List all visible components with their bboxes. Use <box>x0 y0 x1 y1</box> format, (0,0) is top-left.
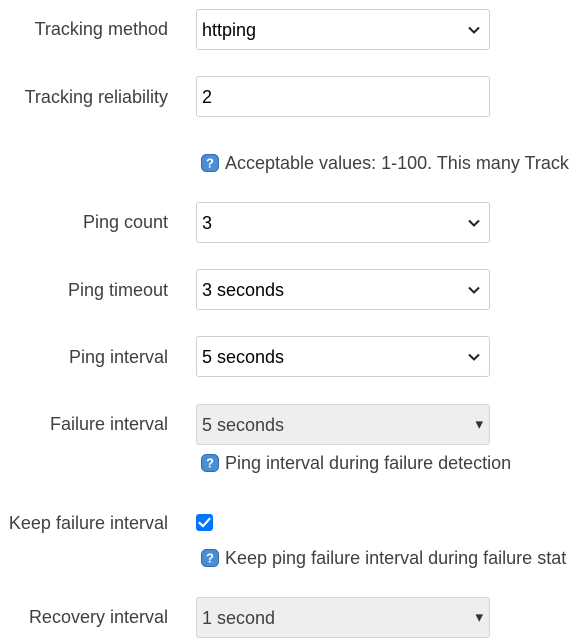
chevron-down-icon <box>468 219 480 227</box>
tracking-method-label: Tracking method <box>34 19 168 39</box>
ping-interval-label: Ping interval <box>68 347 168 367</box>
ping-count-label: Ping count <box>82 212 168 232</box>
keep-failure-interval-help: ? Keep ping failure interval during failu… <box>201 548 566 569</box>
failure-interval-help-text: Ping interval during failure detection <box>225 453 512 473</box>
keep-failure-interval-checkbox[interactable] <box>196 514 213 531</box>
failure-interval-label: Failure interval <box>49 414 168 434</box>
tracking-reliability-label: Tracking reliability <box>24 87 168 107</box>
caret-down-icon: ▾ <box>475 609 483 626</box>
ping-timeout-select[interactable]: 3 seconds <box>196 269 490 310</box>
ping-count-value: 3 <box>202 213 213 233</box>
failure-interval-help: ? Ping interval during failure detection <box>201 453 511 474</box>
keep-failure-interval-label: Keep failure interval <box>8 513 168 533</box>
failure-interval-value: 5 seconds <box>202 415 285 435</box>
tracking-method-value: httping <box>202 20 257 40</box>
help-question-icon: ? <box>201 454 219 472</box>
ping-timeout-value: 3 seconds <box>202 280 285 300</box>
ping-interval-value: 5 seconds <box>202 347 285 367</box>
keep-failure-interval-help-text: Keep ping failure interval during failur… <box>225 548 567 568</box>
tracking-reliability-value: 2 <box>202 87 213 107</box>
failure-interval-select[interactable]: 5 seconds ▾ <box>196 404 490 445</box>
chevron-down-icon <box>468 286 480 294</box>
ping-count-select[interactable]: 3 <box>196 202 490 243</box>
help-question-icon: ? <box>201 154 219 172</box>
recovery-interval-value: 1 second <box>202 608 276 628</box>
caret-down-icon: ▾ <box>475 416 483 433</box>
chevron-down-icon <box>468 353 480 361</box>
chevron-down-icon <box>468 26 480 34</box>
svg-text:?: ? <box>206 456 214 471</box>
ping-timeout-label: Ping timeout <box>67 280 168 300</box>
tracking-reliability-input[interactable]: 2 <box>196 76 490 117</box>
ping-interval-select[interactable]: 5 seconds <box>196 336 490 377</box>
checkmark-icon <box>198 517 211 528</box>
tracking-method-select[interactable]: httping <box>196 9 490 50</box>
svg-text:?: ? <box>206 156 214 171</box>
recovery-interval-select[interactable]: 1 second ▾ <box>196 597 490 638</box>
svg-text:?: ? <box>206 551 214 566</box>
tracking-reliability-help: ? Acceptable values: 1-100. This many Tra… <box>201 153 569 174</box>
tracking-reliability-help-text: Acceptable values: 1-100. This many Trac… <box>225 153 569 173</box>
help-question-icon: ? <box>201 549 219 567</box>
